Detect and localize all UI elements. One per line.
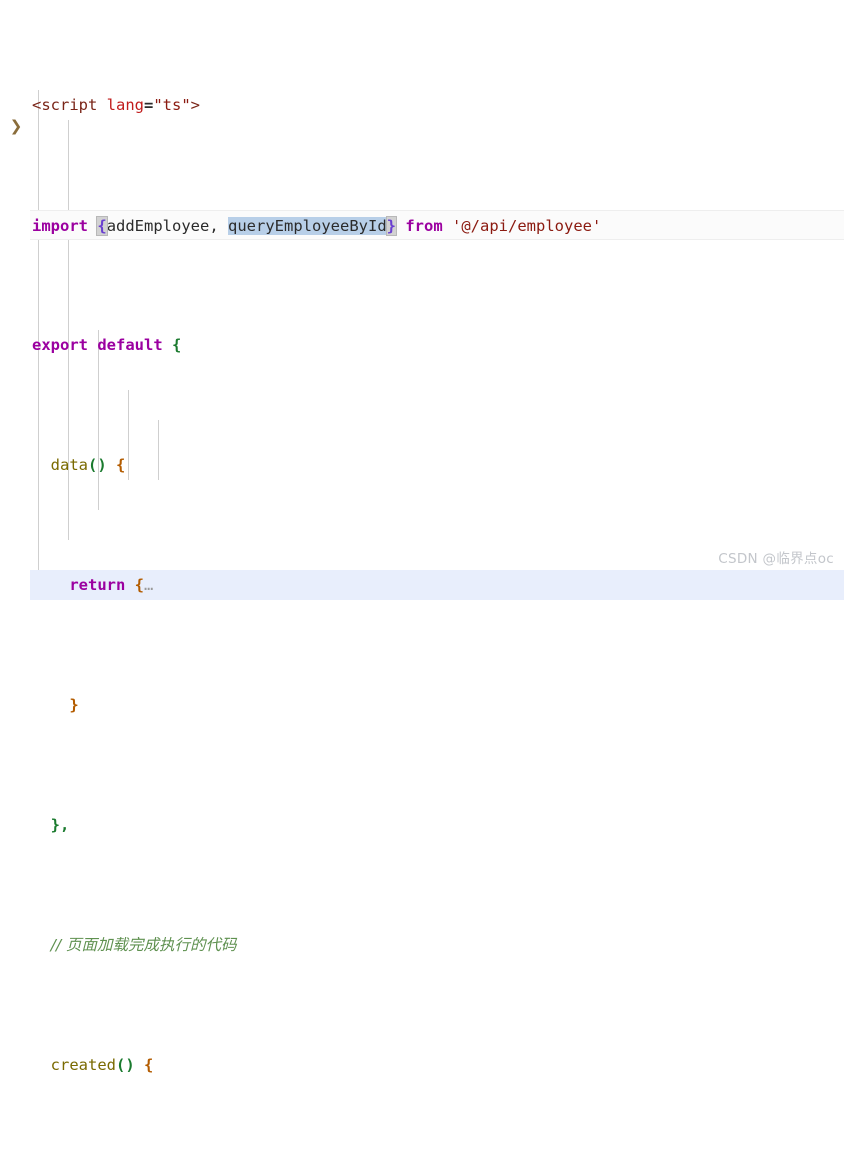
code-line-8[interactable]: // 页面加载完成执行的代码	[30, 930, 844, 960]
code-line-6[interactable]: }	[30, 690, 844, 720]
import-addEmployee: addEmployee	[106, 217, 210, 235]
code-editor[interactable]: ❯ <script lang="ts"> import {addEmployee…	[0, 0, 844, 1074]
bracket-match-open: {	[96, 216, 108, 236]
from-keyword: from	[405, 217, 443, 235]
csdn-watermark: CSDN @临界点oc	[718, 551, 834, 567]
editor-gutter[interactable]: ❯	[0, 0, 30, 581]
comment-page-load: // 页面加载完成执行的代码	[50, 936, 237, 954]
lang-value: "ts"	[153, 96, 191, 114]
import-keyword: import	[32, 217, 88, 235]
code-line-2[interactable]: import {addEmployee, queryEmployeeById} …	[30, 210, 844, 240]
module-path: '@/api/employee'	[452, 217, 602, 235]
return-keyword: return	[69, 576, 126, 594]
code-area[interactable]: <script lang="ts"> import {addEmployee, …	[30, 0, 844, 1074]
code-line-1[interactable]: <script lang="ts">	[30, 90, 844, 120]
code-line-3[interactable]: export default {	[30, 330, 844, 360]
code-line-9[interactable]: created() {	[30, 1050, 844, 1080]
code-line-7[interactable]: },	[30, 810, 844, 840]
import-queryEmployeeById-selected[interactable]: queryEmployeeById	[228, 217, 387, 235]
created-method: created	[50, 1056, 116, 1074]
bracket-match-close: }	[385, 216, 398, 236]
code-line-4[interactable]: data() {	[30, 450, 844, 480]
chevron-right-icon[interactable]: ❯	[9, 118, 23, 134]
script-open-tag: <script	[32, 96, 98, 114]
data-method: data	[50, 456, 88, 474]
fold-ellipsis[interactable]: …	[144, 576, 153, 594]
code-line-5-folded[interactable]: return {…	[30, 570, 844, 600]
lang-attr: lang	[106, 96, 144, 114]
